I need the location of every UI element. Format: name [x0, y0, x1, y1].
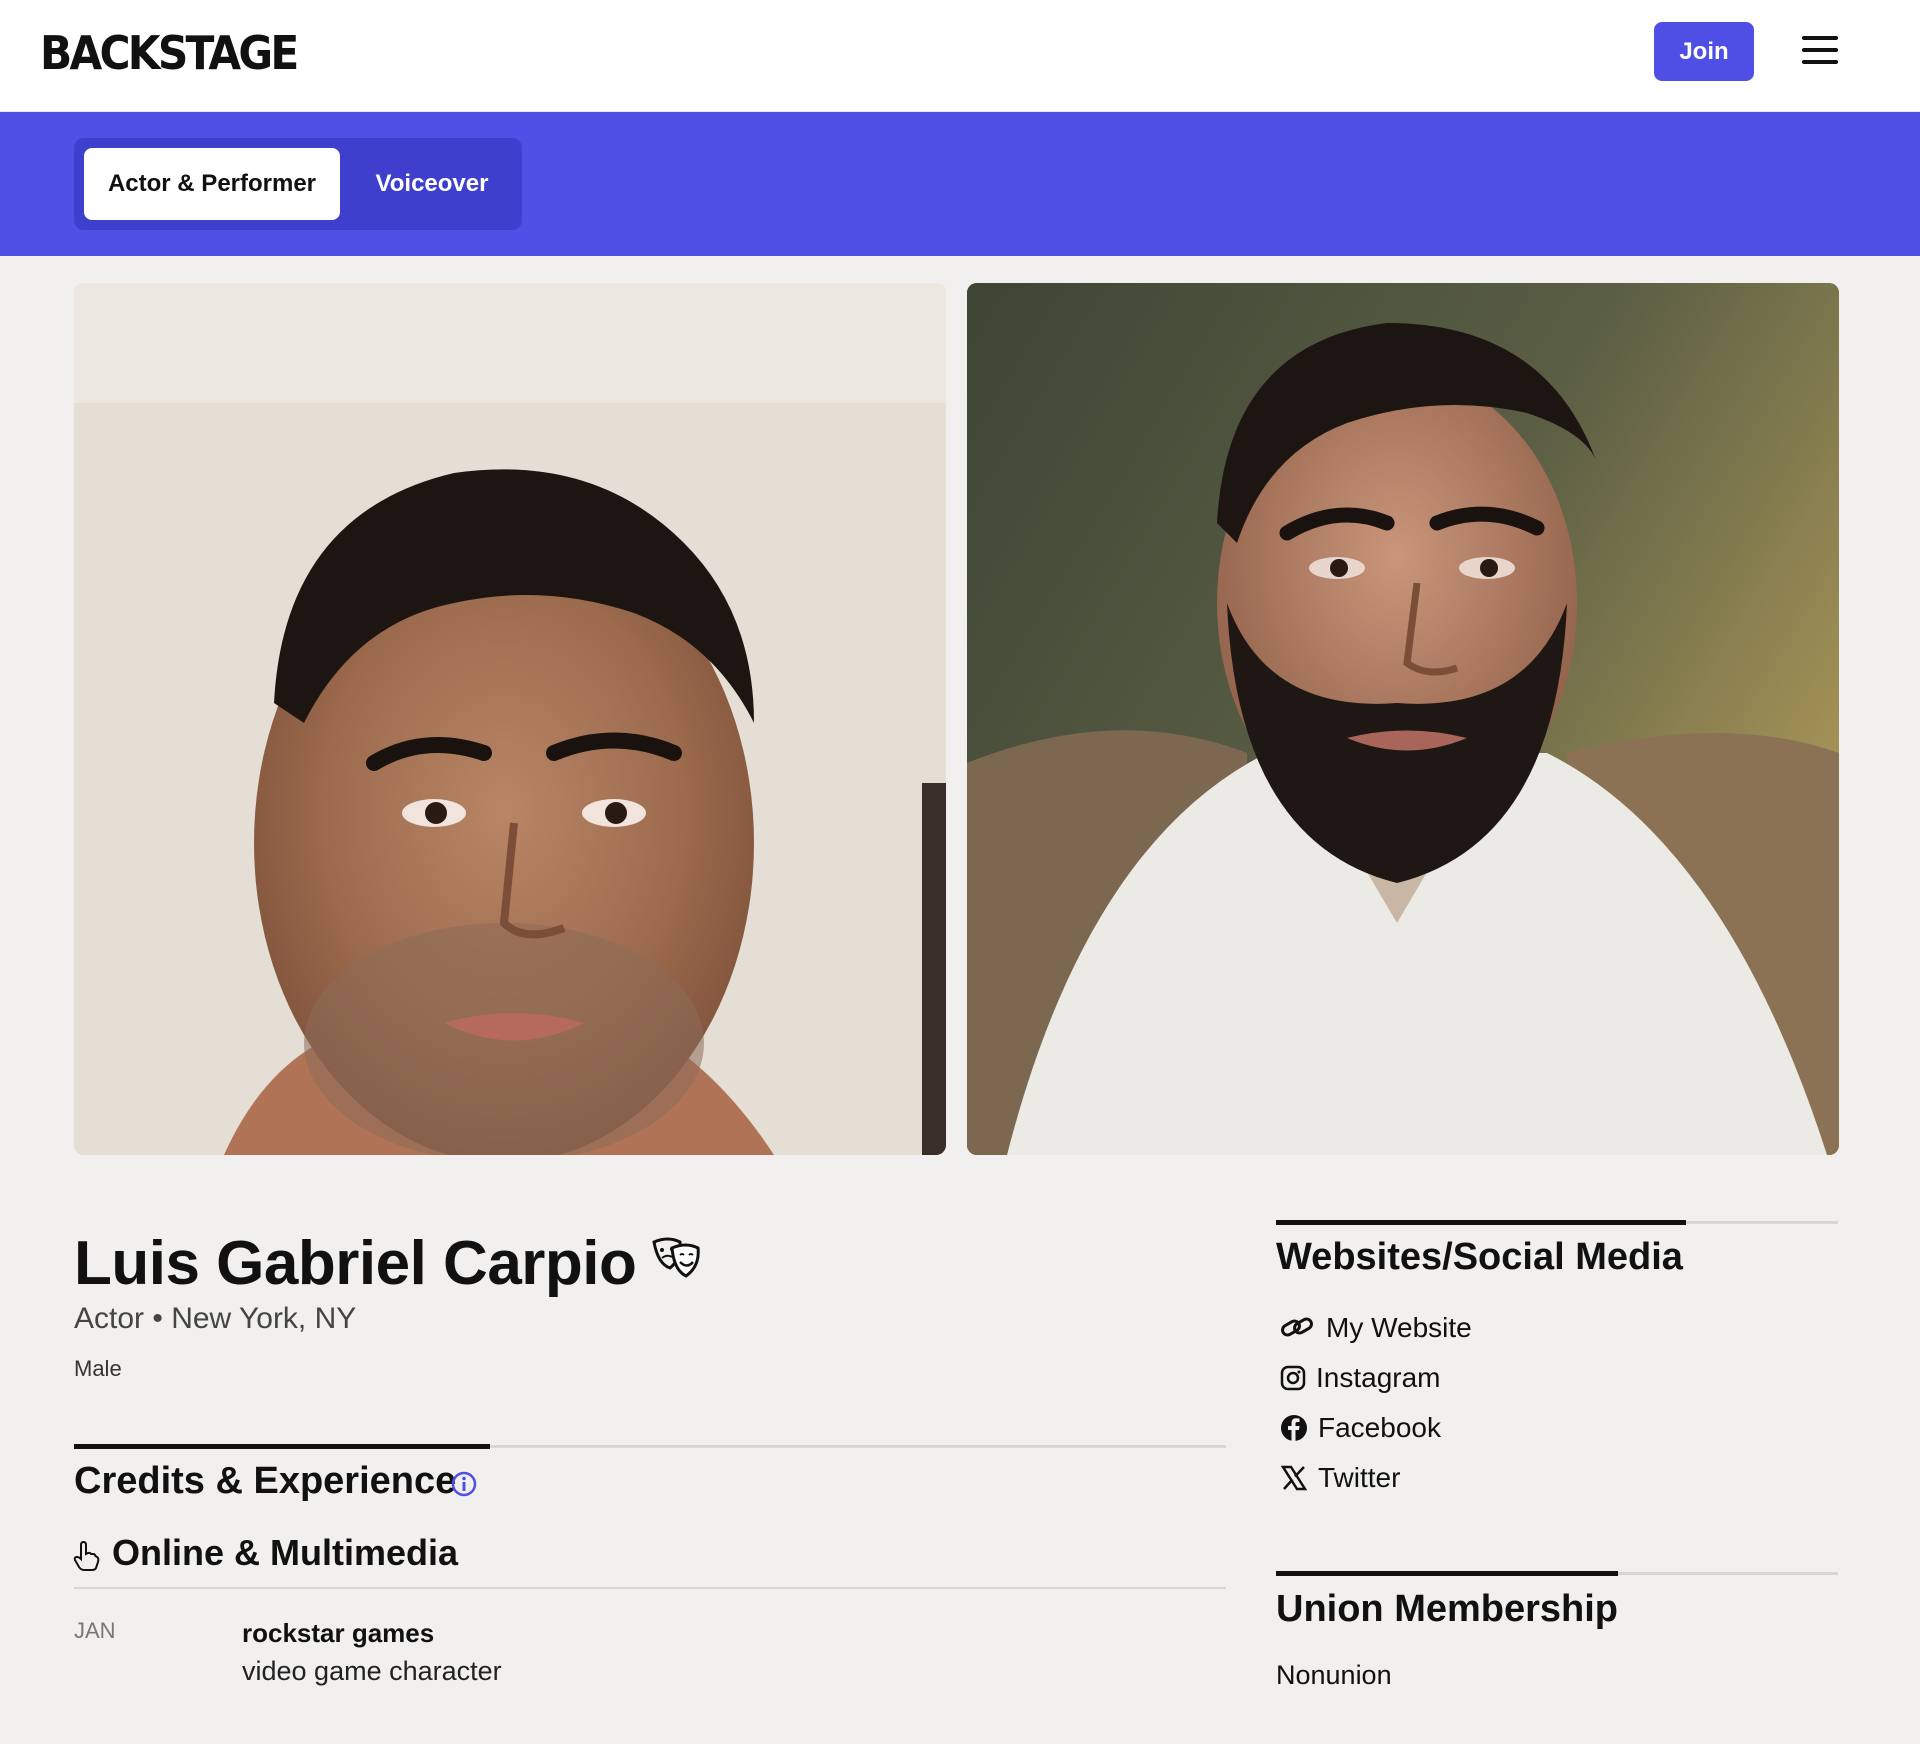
theater-masks-icon [652, 1237, 700, 1278]
union-divider-accent [1276, 1571, 1618, 1576]
social-link-website[interactable]: My Website [1280, 1312, 1472, 1344]
headshot-photo-2[interactable] [967, 283, 1839, 1155]
credits-divider-accent [74, 1444, 490, 1449]
social-link-label: Twitter [1318, 1462, 1401, 1493]
social-link-label: Instagram [1316, 1362, 1441, 1393]
social-link-label: Facebook [1318, 1412, 1441, 1443]
credit-company: rockstar games [242, 1618, 435, 1648]
social-divider-accent [1276, 1220, 1686, 1225]
pointer-hand-icon [73, 1540, 100, 1571]
credit-month: JAN [74, 1618, 116, 1643]
top-navigation-bar: BACKSTAGE Join [0, 0, 1920, 112]
credits-section-title: Credits & Experience [74, 1460, 457, 1502]
hamburger-menu-icon[interactable] [1802, 32, 1838, 68]
tab-voiceover[interactable]: Voiceover [350, 148, 514, 220]
profile-gender: Male [74, 1356, 122, 1381]
union-membership-value: Nonunion [1276, 1660, 1392, 1690]
credit-role: video game character [242, 1656, 502, 1686]
headshot-photo-1[interactable] [74, 283, 946, 1155]
profile-name: Luis Gabriel Carpio [74, 1229, 637, 1298]
union-section-title: Union Membership [1276, 1588, 1619, 1630]
credits-category-title: Online & Multimedia [112, 1532, 459, 1573]
backstage-logo[interactable]: BACKSTAGE [40, 26, 299, 80]
category-divider [74, 1587, 1226, 1589]
headshot-image-1 [74, 283, 946, 1155]
social-link-label: My Website [1326, 1312, 1472, 1343]
x-icon [1280, 1465, 1308, 1491]
link-icon [1281, 1317, 1313, 1337]
social-link-facebook[interactable]: Facebook [1280, 1412, 1441, 1444]
info-icon[interactable] [450, 1470, 478, 1498]
profile-type-band: Actor & Performer Voiceover [0, 112, 1920, 256]
social-link-twitter[interactable]: Twitter [1280, 1462, 1400, 1494]
tab-actor-performer[interactable]: Actor & Performer [84, 148, 340, 220]
profile-role-location: Actor • New York, NY [74, 1302, 357, 1335]
join-button[interactable]: Join [1654, 22, 1754, 81]
headshot-image-2 [967, 283, 1839, 1155]
social-link-instagram[interactable]: Instagram [1280, 1362, 1441, 1394]
social-section-title: Websites/Social Media [1276, 1236, 1683, 1278]
instagram-icon [1280, 1365, 1306, 1391]
profile-type-tabs: Actor & Performer Voiceover [74, 138, 522, 230]
facebook-icon [1281, 1415, 1307, 1441]
